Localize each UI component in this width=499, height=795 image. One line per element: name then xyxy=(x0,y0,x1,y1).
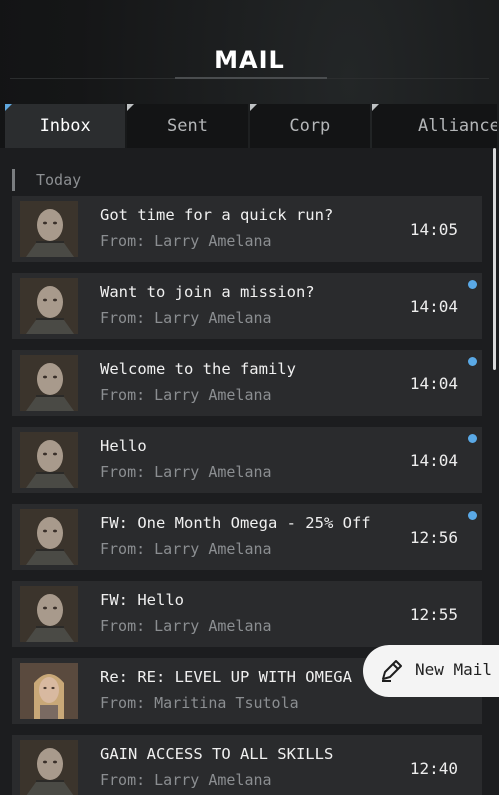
mail-subject: Want to join a mission? xyxy=(100,283,315,301)
list-item[interactable]: FW: Hello From: Larry Amelana 12:55 xyxy=(12,581,482,647)
tab-label: Alliance xyxy=(417,116,497,136)
unread-indicator xyxy=(468,280,477,289)
sender-name: Maritina Tsutola xyxy=(154,694,299,712)
tab-corner-marker xyxy=(371,104,379,111)
list-item[interactable]: Got time for a quick run? From: Larry Ame… xyxy=(12,196,482,262)
mail-subject: FW: Hello xyxy=(100,591,184,609)
unread-indicator xyxy=(468,357,477,366)
sender-name: Larry Amelana xyxy=(154,463,272,481)
mail-screen: MAIL Inbox Sent Corp Alliance Today Got … xyxy=(0,0,499,795)
sender-name: Larry Amelana xyxy=(154,309,272,327)
list-item[interactable]: Hello From: Larry Amelana 14:04 xyxy=(12,427,482,493)
from-label: From: xyxy=(100,771,146,789)
section-header-today: Today xyxy=(12,169,336,191)
avatar xyxy=(20,663,78,719)
mail-sender: From: Maritina Tsutola xyxy=(100,694,299,712)
from-label: From: xyxy=(100,309,146,327)
mail-sender: From: Larry Amelana xyxy=(100,309,272,327)
mail-subject: Re: RE: LEVEL UP WITH OMEGA xyxy=(100,668,352,686)
mail-subject: Got time for a quick run? xyxy=(100,206,334,224)
mail-subject: Welcome to the family xyxy=(100,360,296,378)
from-label: From: xyxy=(100,463,146,481)
mail-time: 14:04 xyxy=(409,451,458,470)
mail-sender: From: Larry Amelana xyxy=(100,540,272,558)
tab-label: Corp xyxy=(289,116,331,136)
new-mail-label: New Mail xyxy=(415,660,493,679)
header: MAIL xyxy=(0,0,499,104)
tab-corner-marker xyxy=(127,104,135,111)
sender-name: Larry Amelana xyxy=(154,771,272,789)
mail-sender: From: Larry Amelana xyxy=(100,232,272,250)
mail-subject: Hello xyxy=(100,437,147,455)
tab-corner-marker xyxy=(249,104,257,111)
mail-sender: From: Larry Amelana xyxy=(100,386,272,404)
avatar xyxy=(20,355,78,411)
list-item[interactable]: GAIN ACCESS TO ALL SKILLS From: Larry Ame… xyxy=(12,735,482,795)
unread-indicator xyxy=(468,434,477,443)
tab-sent[interactable]: Sent xyxy=(127,104,248,148)
mail-time: 12:40 xyxy=(409,759,458,778)
mail-time: 12:56 xyxy=(409,528,458,547)
sender-name: Larry Amelana xyxy=(154,232,272,250)
sender-name: Larry Amelana xyxy=(154,540,272,558)
tab-label: Inbox xyxy=(39,116,91,136)
tab-label: Sent xyxy=(167,116,208,136)
page-title: MAIL xyxy=(214,46,285,74)
tab-corner-marker xyxy=(5,104,12,111)
tab-corp[interactable]: Corp xyxy=(249,104,370,148)
mail-sender: From: Larry Amelana xyxy=(100,771,272,789)
avatar xyxy=(20,201,78,257)
list-item[interactable]: Want to join a mission? From: Larry Amela… xyxy=(12,273,482,339)
mail-sender: From: Larry Amelana xyxy=(100,463,272,481)
from-label: From: xyxy=(100,540,146,558)
new-mail-button[interactable]: New Mail xyxy=(363,645,499,697)
from-label: From: xyxy=(100,617,146,635)
from-label: From: xyxy=(100,232,146,250)
avatar xyxy=(20,278,78,334)
title-divider-highlight xyxy=(175,77,327,79)
unread-indicator xyxy=(468,511,477,520)
mail-time: 14:04 xyxy=(409,374,458,393)
from-label: From: xyxy=(100,386,146,404)
tab-bar: Inbox Sent Corp Alliance xyxy=(5,104,499,148)
avatar xyxy=(20,586,78,642)
scrollbar[interactable] xyxy=(493,148,496,370)
avatar xyxy=(20,740,78,795)
mail-subject: GAIN ACCESS TO ALL SKILLS xyxy=(100,745,334,763)
list-item[interactable]: Welcome to the family From: Larry Amelana… xyxy=(12,350,482,416)
sender-name: Larry Amelana xyxy=(154,617,272,635)
mail-time: 14:04 xyxy=(409,297,458,316)
avatar xyxy=(20,509,78,565)
mail-time: 12:55 xyxy=(409,605,458,624)
pen-icon xyxy=(379,657,405,687)
sender-name: Larry Amelana xyxy=(154,386,272,404)
from-label: From: xyxy=(100,694,146,712)
mail-list[interactable]: Today Got time for a quick run? From: Lar… xyxy=(0,148,499,795)
tab-alliance[interactable]: Alliance xyxy=(371,104,497,148)
tab-inbox[interactable]: Inbox xyxy=(5,104,126,148)
mail-subject: FW: One Month Omega - 25% Off xyxy=(100,514,371,532)
avatar xyxy=(20,432,78,488)
mail-sender: From: Larry Amelana xyxy=(100,617,272,635)
list-item[interactable]: FW: One Month Omega - 25% Off From: Larry… xyxy=(12,504,482,570)
mail-time: 14:05 xyxy=(409,220,458,239)
